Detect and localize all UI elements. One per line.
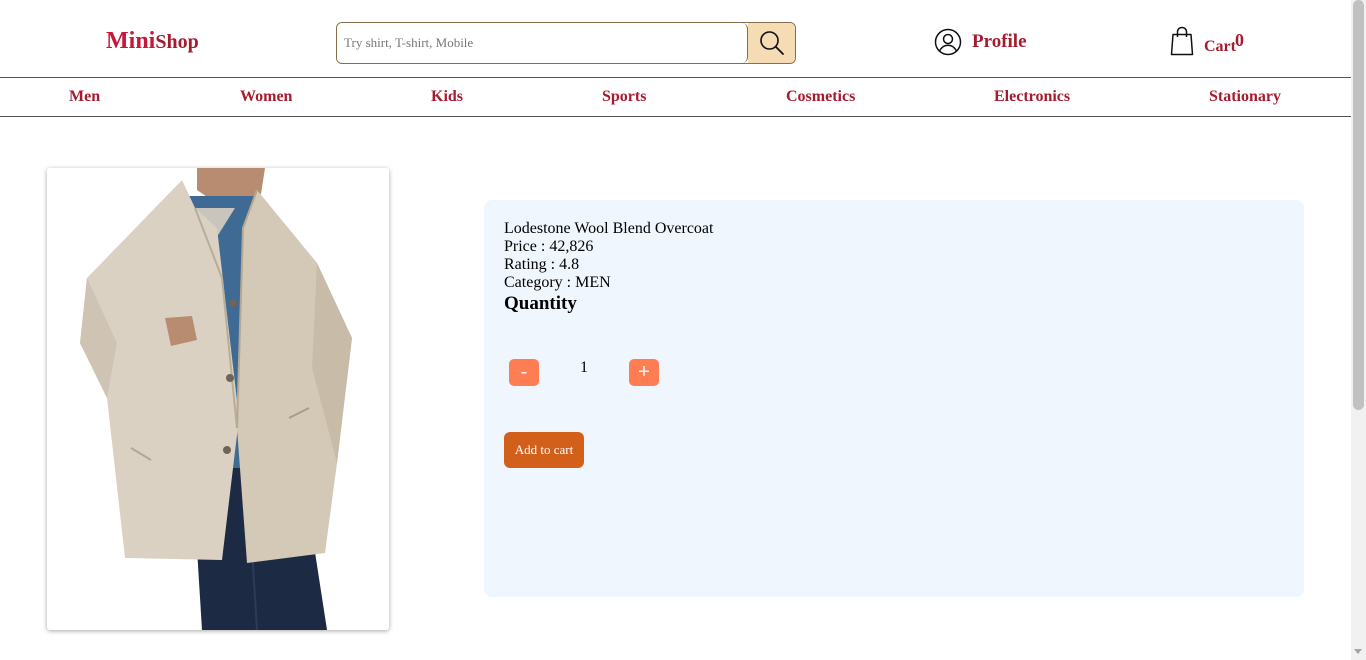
nav-item-stationary[interactable]: Stationary xyxy=(1209,88,1281,106)
scroll-down-arrow-icon[interactable] xyxy=(1354,649,1362,654)
shopping-bag-icon xyxy=(1170,26,1194,56)
overcoat-photo xyxy=(47,168,389,630)
nav-item-cosmetics[interactable]: Cosmetics xyxy=(786,88,855,106)
nav-item-sports[interactable]: Sports xyxy=(602,88,646,106)
cart-link[interactable]: Cart 0 xyxy=(1170,26,1260,60)
search-button[interactable] xyxy=(748,23,795,63)
product-details-panel: Lodestone Wool Blend Overcoat Price : 42… xyxy=(484,200,1304,597)
add-to-cart-button[interactable]: Add to cart xyxy=(504,432,584,468)
cart-count-badge: 0 xyxy=(1235,30,1244,50)
nav-item-men[interactable]: Men xyxy=(69,88,100,106)
nav-item-electronics[interactable]: Electronics xyxy=(994,88,1070,106)
search-icon xyxy=(760,31,784,55)
product-rating: Rating : 4.8 xyxy=(504,256,580,273)
profile-link[interactable]: Profile xyxy=(934,26,1027,58)
cart-label: Cart xyxy=(1204,38,1236,55)
profile-label: Profile xyxy=(972,31,1027,52)
logo-mini: Mini xyxy=(106,28,156,54)
product-price: Price : 42,826 xyxy=(504,238,594,255)
logo-shop: Shop xyxy=(155,31,199,53)
scrollbar-thumb[interactable] xyxy=(1353,0,1364,410)
quantity-title: Quantity xyxy=(504,293,577,314)
site-header: MiniShop Profile Cart 0 xyxy=(0,0,1351,78)
decrease-quantity-button[interactable]: - xyxy=(509,359,539,386)
product-category: Category : MEN xyxy=(504,274,611,291)
product-name: Lodestone Wool Blend Overcoat xyxy=(504,220,714,237)
user-circle-icon xyxy=(934,28,962,56)
logo[interactable]: MiniShop xyxy=(106,28,199,55)
nav-item-women[interactable]: Women xyxy=(240,88,292,106)
quantity-value: 1 xyxy=(580,359,588,376)
search-bar xyxy=(336,22,796,64)
vertical-scrollbar[interactable] xyxy=(1351,0,1366,660)
nav-item-kids[interactable]: Kids xyxy=(431,88,463,106)
search-input[interactable] xyxy=(337,23,748,63)
increase-quantity-button[interactable]: + xyxy=(629,359,659,386)
category-nav: Men Women Kids Sports Cosmetics Electron… xyxy=(0,78,1351,117)
product-image xyxy=(47,168,389,630)
